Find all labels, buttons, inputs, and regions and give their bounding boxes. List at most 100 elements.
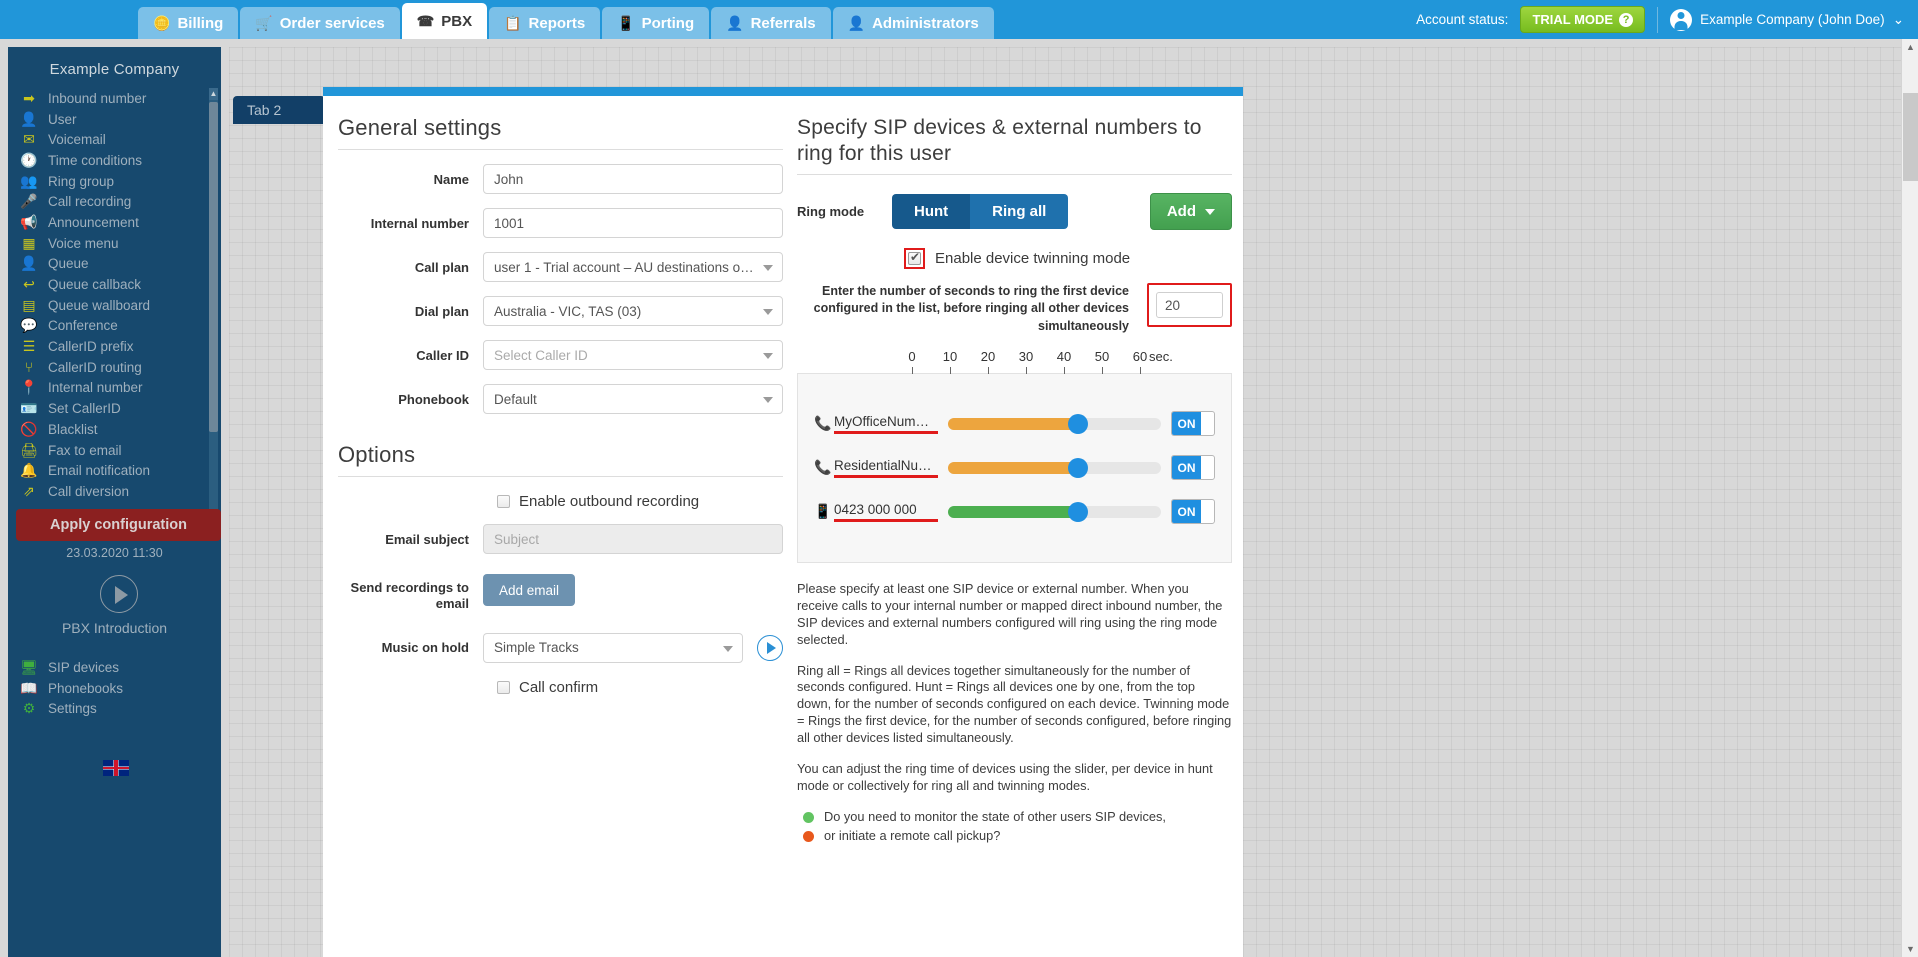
tab-pbx[interactable]: ☎ PBX xyxy=(401,3,488,39)
sidebar-item-call-recording[interactable]: 🎤 Call recording xyxy=(20,191,221,212)
general-settings-column: General settings Name John Internal numb… xyxy=(338,115,783,696)
sidebar-item-callerid-prefix[interactable]: ☰ CallerID prefix xyxy=(20,336,221,357)
sidebar-item-phonebooks[interactable]: 📖 Phonebooks xyxy=(20,678,123,699)
panel-accent-bar xyxy=(323,87,1243,96)
printer-icon: 🖨 xyxy=(20,441,38,458)
phonebook-value: Default xyxy=(494,391,537,407)
device-toggle[interactable]: ON xyxy=(1171,411,1215,437)
dial-plan-select[interactable]: Australia - VIC, TAS (03) xyxy=(483,296,783,326)
bell-icon: 🔔 xyxy=(20,462,38,479)
email-subject-input[interactable]: Subject xyxy=(483,524,783,554)
user-menu[interactable]: Example Company (John Doe) ⌄ xyxy=(1670,8,1904,31)
call-plan-select[interactable]: user 1 - Trial account – AU destinations… xyxy=(483,252,783,282)
call-confirm-checkbox[interactable] xyxy=(497,680,510,694)
trial-mode-badge[interactable]: TRIAL MODE ? xyxy=(1520,6,1646,33)
diversion-icon: ⇗ xyxy=(23,482,35,499)
call-confirm-label: Call confirm xyxy=(519,678,599,696)
main-tabs: 🪙 Billing 🛒 Order services ☎ PBX 📋 Repor… xyxy=(138,0,996,39)
sidebar-item-set-callerid[interactable]: 🪪 Set CallerID xyxy=(20,398,221,419)
slider-handle[interactable] xyxy=(1067,501,1088,522)
sidebar-scrollbar[interactable] xyxy=(209,88,218,536)
device-ring-time-slider[interactable] xyxy=(948,413,1161,434)
sidebar-item-settings[interactable]: ⚙ Settings xyxy=(20,698,123,719)
ruler-tick-0: 0 xyxy=(908,348,916,364)
sidebar-item-label: User xyxy=(48,111,77,127)
name-input[interactable]: John xyxy=(483,164,783,194)
sidebar-item-callerid-routing[interactable]: ⑂ CallerID routing xyxy=(20,357,221,378)
device-toggle[interactable]: ON xyxy=(1171,455,1215,481)
play-icon[interactable] xyxy=(757,634,783,661)
device-ring-time-slider[interactable] xyxy=(948,501,1161,522)
ring-mode-ring-all-button[interactable]: Ring all xyxy=(970,194,1069,230)
scroll-down-icon[interactable]: ▼ xyxy=(1903,941,1918,957)
device-toggle[interactable]: ON xyxy=(1171,499,1215,525)
sidebar-item-label: Queue callback xyxy=(48,277,142,293)
sidebar-item-inbound-number[interactable]: ➡ Inbound number xyxy=(20,88,221,109)
sidebar-item-call-diversion[interactable]: ⇗ Call diversion xyxy=(20,481,221,502)
sidebar-item-ring-group[interactable]: 👥 Ring group xyxy=(20,171,221,192)
tab-order-services[interactable]: 🛒 Order services xyxy=(240,7,400,39)
seconds-input[interactable]: 20 xyxy=(1156,292,1223,319)
sidebar-item-sip-devices[interactable]: 🖥 SIP devices xyxy=(20,657,123,678)
sidebar-scrollbar-thumb[interactable] xyxy=(209,102,218,432)
ruler-mark-50 xyxy=(1102,366,1103,374)
page-scrollbar-thumb[interactable] xyxy=(1903,93,1918,181)
sidebar-item-user[interactable]: 👤 User xyxy=(20,109,221,130)
sidebar-item-conference[interactable]: 💬 Conference xyxy=(20,316,221,337)
ruler-mark-0 xyxy=(912,366,913,374)
outbound-recording-label: Enable outbound recording xyxy=(519,493,700,510)
field-dial-plan: Dial plan Australia - VIC, TAS (03) xyxy=(338,296,783,326)
internal-number-input[interactable]: 1001 xyxy=(483,208,783,238)
book-icon: 📖 xyxy=(20,679,38,696)
caller-id-select[interactable]: Select Caller ID xyxy=(483,340,783,370)
phonebook-select[interactable]: Default xyxy=(483,384,783,414)
sidebar-item-email-notification[interactable]: 🔔 Email notification xyxy=(20,460,221,481)
help-icon[interactable]: ? xyxy=(1619,12,1634,27)
ruler-mark-40 xyxy=(1064,366,1065,374)
sidebar-menu: ➡ Inbound number 👤 User ✉ Voicemail 🕐 Time c… xyxy=(8,88,221,536)
tab-reports[interactable]: 📋 Reports xyxy=(489,7,601,39)
scroll-up-icon[interactable]: ▲ xyxy=(1903,39,1918,55)
sidebar-item-queue-wallboard[interactable]: ▤ Queue wallboard xyxy=(20,295,221,316)
clock-icon: 🕐 xyxy=(20,151,38,168)
twinning-mode-checkbox[interactable] xyxy=(908,250,921,266)
user-plus-icon: 👤 xyxy=(20,255,38,272)
tab-billing[interactable]: 🪙 Billing xyxy=(138,7,239,39)
page-scrollbar[interactable]: ▲ ▼ xyxy=(1901,39,1918,957)
sidebar-item-queue-callback[interactable]: ↩ Queue callback xyxy=(20,274,221,295)
sidebar-item-voicemail[interactable]: ✉ Voicemail xyxy=(20,129,221,150)
ring-mode-hunt-button[interactable]: Hunt xyxy=(892,194,971,230)
sidebar-item-fax-to-email[interactable]: 🖨 Fax to email xyxy=(20,440,221,461)
play-icon[interactable] xyxy=(100,575,138,613)
sidebar-item-blacklist[interactable]: 🚫 Blacklist xyxy=(20,419,221,440)
apply-configuration-button[interactable]: Apply configuration xyxy=(16,509,221,541)
sidebar-item-label: Voicemail xyxy=(48,132,106,148)
device-ring-time-slider[interactable] xyxy=(948,457,1161,478)
sidebar-item-internal-number[interactable]: 📍 Internal number xyxy=(20,378,221,399)
pbx-introduction-label[interactable]: PBX Introduction xyxy=(8,620,221,636)
add-device-button[interactable]: Add xyxy=(1149,193,1232,231)
sidebar-item-announcement[interactable]: 📢 Announcement xyxy=(20,212,221,233)
tab-porting[interactable]: 📱 Porting xyxy=(602,7,710,39)
slider-handle[interactable] xyxy=(1067,457,1088,478)
sidebar-item-time-conditions[interactable]: 🕐 Time conditions xyxy=(20,150,221,171)
slider-handle[interactable] xyxy=(1067,413,1088,434)
scroll-up-icon[interactable]: ▲ xyxy=(209,88,218,100)
workspace-tab-2[interactable]: Tab 2 xyxy=(233,96,325,124)
tab-administrators[interactable]: 👤 Administrators xyxy=(832,7,994,39)
ruler-mark-20 xyxy=(988,366,989,374)
outbound-recording-checkbox[interactable] xyxy=(497,495,510,508)
uk-flag-icon[interactable] xyxy=(103,760,129,776)
sidebar-item-queue[interactable]: 👤 Queue xyxy=(20,254,221,275)
call-confirm-row: Call confirm xyxy=(338,679,783,696)
mobile-phone-icon: 📱 xyxy=(814,503,832,520)
tab-referrals[interactable]: 👤 Referrals xyxy=(711,7,831,39)
add-email-button[interactable]: Add email xyxy=(483,574,576,606)
sidebar-item-label: Inbound number xyxy=(48,90,147,106)
field-call-plan-label: Call plan xyxy=(414,259,469,275)
sidebar-item-voice-menu[interactable]: ▦ Voice menu xyxy=(20,233,221,254)
music-on-hold-select[interactable]: Simple Tracks xyxy=(483,632,743,663)
ruler-tick-10: 10 xyxy=(942,348,958,364)
field-name-label: Name xyxy=(433,171,469,187)
ring-mode-label: Ring mode xyxy=(797,204,865,220)
